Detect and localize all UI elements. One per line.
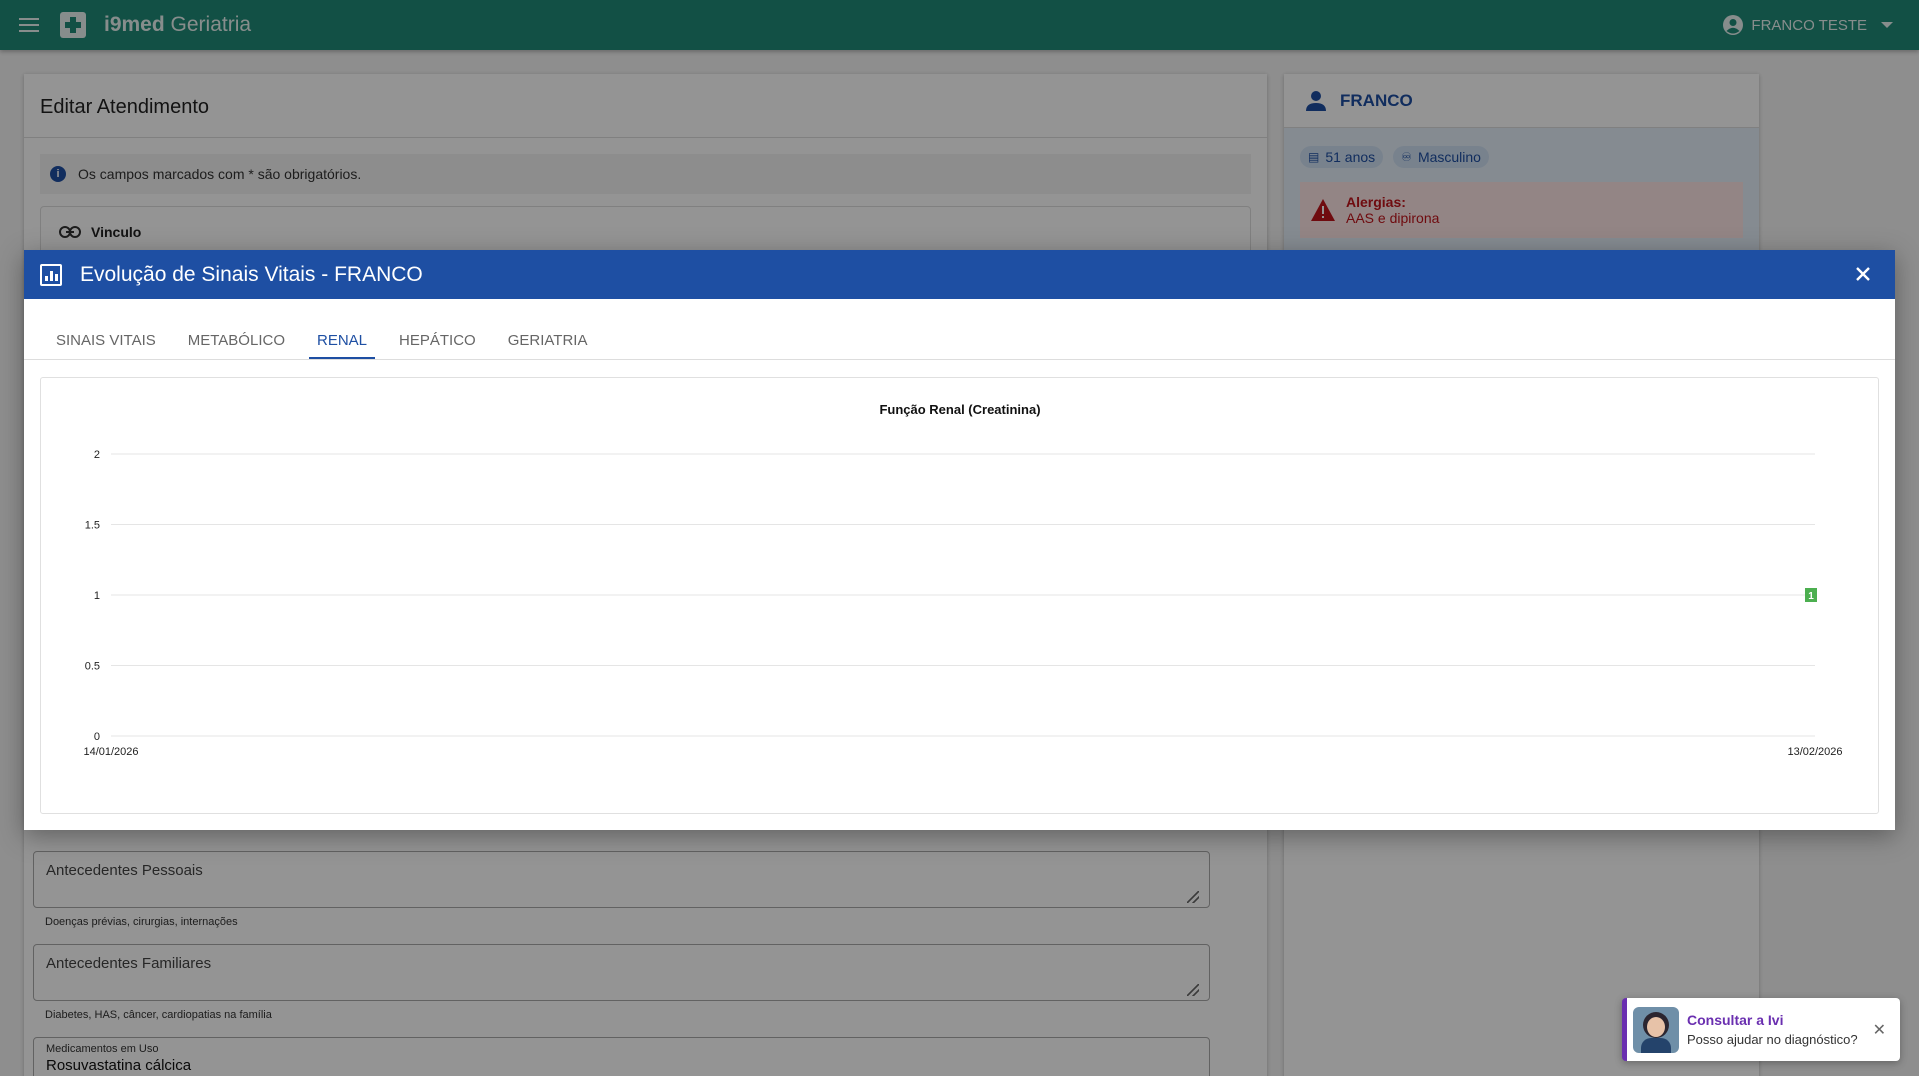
tab-renal[interactable]: RENAL [309, 332, 376, 359]
x-tick-label: 14/01/2026 [83, 746, 138, 758]
dialog-tabs: SINAIS VITAIS METABÓLICO RENAL HEPÁTICO … [24, 299, 1895, 360]
data-label: 1 [1808, 591, 1814, 602]
dialog-title: Evolução de Sinais Vitais - FRANCO [80, 262, 423, 286]
ivi-title: Consultar a Ivi [1687, 1012, 1784, 1028]
y-tick-label: 1 [94, 590, 100, 602]
chart-title: Função Renal (Creatinina) [879, 402, 1040, 417]
y-tick-label: 0 [94, 731, 100, 743]
x-tick-label: 13/02/2026 [1787, 746, 1842, 758]
y-tick-label: 1.5 [85, 520, 100, 532]
ivi-subtitle: Posso ajudar no diagnóstico? [1687, 1032, 1858, 1047]
vital-signs-dialog: Evolução de Sinais Vitais - FRANCO SINAI… [24, 250, 1895, 830]
ivi-avatar [1633, 1006, 1679, 1053]
bar-chart-icon [40, 263, 62, 286]
ivi-close-icon[interactable]: ✕ [1873, 1020, 1886, 1040]
close-icon[interactable] [1851, 262, 1875, 286]
y-tick-label: 2 [94, 449, 100, 461]
y-tick-label: 0.5 [85, 661, 100, 673]
tab-sinais-vitais[interactable]: SINAIS VITAIS [48, 332, 164, 359]
chart-panel: Função Renal (Creatinina) 0 0.5 1 1.5 2 14/01/… [40, 377, 1879, 814]
tab-metabolico[interactable]: METABÓLICO [180, 332, 293, 359]
ivi-assistant-toast[interactable]: Consultar a Ivi Posso ajudar no diagnóst… [1622, 998, 1900, 1061]
dialog-header: Evolução de Sinais Vitais - FRANCO [24, 250, 1895, 299]
tab-geriatria[interactable]: GERIATRIA [500, 332, 596, 359]
renal-function-chart: Função Renal (Creatinina) 0 0.5 1 1.5 2 14/01/… [83, 402, 1842, 758]
tab-hepatico[interactable]: HEPÁTICO [391, 332, 484, 359]
